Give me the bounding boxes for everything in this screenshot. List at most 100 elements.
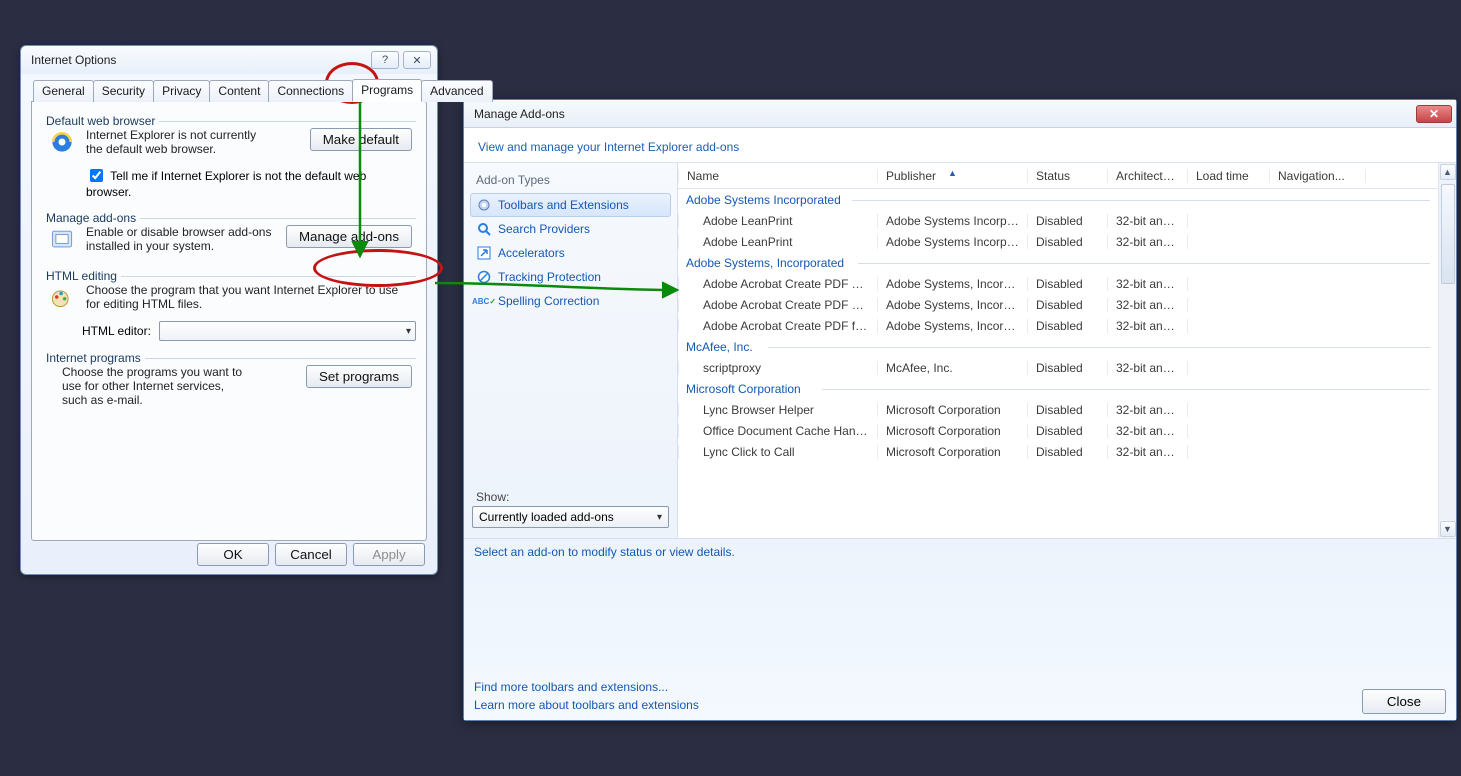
addon-row[interactable]: scriptproxyMcAfee, Inc.Disabled32-bit an…: [678, 357, 1438, 378]
show-value: Currently loaded add-ons: [479, 510, 614, 524]
cell-name: Office Document Cache Handler: [678, 424, 878, 438]
paint-icon: [48, 283, 80, 315]
cell-publisher: Microsoft Corporation: [878, 445, 1028, 459]
cell-status: Disabled: [1028, 298, 1108, 312]
scroll-track[interactable]: [1440, 182, 1456, 519]
group-header[interactable]: McAfee, Inc.: [678, 336, 1438, 357]
group-header[interactable]: Microsoft Corporation: [678, 378, 1438, 399]
learn-more-link[interactable]: Learn more about toolbars and extensions: [474, 696, 699, 714]
col-architecture[interactable]: Architecture: [1108, 169, 1188, 183]
addons-list[interactable]: Name Publisher▲ Status Architecture Load…: [678, 163, 1438, 538]
cell-status: Disabled: [1028, 424, 1108, 438]
col-navigation[interactable]: Navigation...: [1270, 169, 1366, 183]
cancel-button[interactable]: Cancel: [275, 543, 347, 566]
col-loadtime[interactable]: Load time: [1188, 169, 1270, 183]
tab-privacy[interactable]: Privacy: [153, 80, 210, 102]
tellme-label: Tell me if Internet Explorer is not the …: [86, 169, 366, 199]
manage-addons-button[interactable]: Manage add-ons: [286, 225, 412, 248]
apply-button[interactable]: Apply: [353, 543, 425, 566]
tellme-checkbox[interactable]: [90, 169, 103, 182]
col-status[interactable]: Status: [1028, 169, 1108, 183]
addon-row[interactable]: Adobe Acrobat Create PDF Too...Adobe Sys…: [678, 273, 1438, 294]
scroll-thumb[interactable]: [1441, 184, 1455, 284]
close-icon[interactable]: ✕: [1416, 105, 1452, 123]
group-header[interactable]: Adobe Systems, Incorporated: [678, 252, 1438, 273]
col-name[interactable]: Name: [678, 169, 878, 183]
tab-content[interactable]: Content: [209, 80, 269, 102]
group-label: Default web browser: [42, 114, 159, 128]
cell-architecture: 32-bit and ...: [1108, 214, 1188, 228]
cell-publisher: Adobe Systems, Incorpo...: [878, 277, 1028, 291]
internet-programs-text: Choose the programs you want to use for …: [62, 365, 252, 407]
addon-row[interactable]: Office Document Cache HandlerMicrosoft C…: [678, 420, 1438, 441]
tab-general[interactable]: General: [33, 80, 94, 102]
html-editing-text: Choose the program that you want Interne…: [86, 283, 412, 311]
cell-status: Disabled: [1028, 277, 1108, 291]
set-programs-button[interactable]: Set programs: [306, 365, 412, 388]
make-default-button[interactable]: Make default: [310, 128, 412, 151]
close-button[interactable]: ✕: [403, 51, 431, 69]
addon-row[interactable]: Adobe Acrobat Create PDF fro...Adobe Sys…: [678, 315, 1438, 336]
show-select[interactable]: Currently loaded add-ons ▾: [472, 506, 669, 528]
cell-name: Adobe Acrobat Create PDF fro...: [678, 319, 878, 333]
type-label: Tracking Protection: [498, 270, 601, 284]
group-label: Manage add-ons: [42, 211, 140, 225]
html-editor-select[interactable]: ▾: [159, 321, 416, 341]
tab-security[interactable]: Security: [93, 80, 154, 102]
cell-architecture: 32-bit and ...: [1108, 445, 1188, 459]
cell-publisher: Microsoft Corporation: [878, 424, 1028, 438]
cell-status: Disabled: [1028, 319, 1108, 333]
cell-publisher: Adobe Systems, Incorpo...: [878, 298, 1028, 312]
ma-titlebar[interactable]: Manage Add-ons ✕: [464, 100, 1456, 128]
cell-publisher: McAfee, Inc.: [878, 361, 1028, 375]
internet-options-dialog: Internet Options ? ✕ General Security Pr…: [20, 45, 438, 575]
type-accelerators[interactable]: Accelerators: [470, 241, 671, 265]
addon-row[interactable]: Lync Browser HelperMicrosoft Corporation…: [678, 399, 1438, 420]
tab-programs[interactable]: Programs: [352, 79, 422, 102]
group-label: HTML editing: [42, 269, 121, 283]
detail-hint: Select an add-on to modify status or vie…: [464, 539, 1456, 565]
type-label: Accelerators: [498, 246, 565, 260]
addon-row[interactable]: Adobe Acrobat Create PDF Hel...Adobe Sys…: [678, 294, 1438, 315]
tab-advanced[interactable]: Advanced: [421, 80, 492, 102]
chevron-down-icon: ▾: [406, 326, 411, 337]
addon-row[interactable]: Adobe LeanPrintAdobe Systems Incorpor...…: [678, 231, 1438, 252]
cell-architecture: 32-bit and ...: [1108, 319, 1188, 333]
cell-architecture: 32-bit and ...: [1108, 424, 1188, 438]
show-label: Show:: [470, 486, 671, 506]
cell-status: Disabled: [1028, 361, 1108, 375]
cell-name: Lync Browser Helper: [678, 403, 878, 417]
programs-panel: Default web browser Make default Interne…: [31, 101, 427, 541]
ok-button[interactable]: OK: [197, 543, 269, 566]
tab-connections[interactable]: Connections: [268, 80, 353, 102]
scroll-down-button[interactable]: ▼: [1440, 521, 1456, 537]
cell-status: Disabled: [1028, 403, 1108, 417]
addon-row[interactable]: Lync Click to CallMicrosoft CorporationD…: [678, 441, 1438, 462]
html-editor-label: HTML editor:: [82, 324, 151, 338]
help-button[interactable]: ?: [371, 51, 399, 69]
group-default-browser: Default web browser Make default Interne…: [42, 114, 416, 201]
scroll-up-button[interactable]: ▲: [1440, 164, 1456, 180]
cell-name: Adobe LeanPrint: [678, 235, 878, 249]
cell-publisher: Adobe Systems Incorpor...: [878, 235, 1028, 249]
addon-types-panel: Add-on Types Toolbars and Extensions Sea…: [464, 163, 678, 538]
scrollbar[interactable]: ▲ ▼: [1438, 163, 1456, 538]
io-body: General Security Privacy Content Connect…: [21, 74, 437, 551]
search-icon: [476, 221, 492, 237]
cell-name: Lync Click to Call: [678, 445, 878, 459]
cell-architecture: 32-bit and ...: [1108, 277, 1188, 291]
cell-status: Disabled: [1028, 214, 1108, 228]
io-titlebar[interactable]: Internet Options ? ✕: [21, 46, 437, 74]
addon-row[interactable]: Adobe LeanPrintAdobe Systems Incorpor...…: [678, 210, 1438, 231]
gear-icon: [476, 197, 492, 213]
type-label: Spelling Correction: [498, 294, 599, 308]
find-more-link[interactable]: Find more toolbars and extensions...: [474, 678, 699, 696]
group-header[interactable]: Adobe Systems Incorporated: [678, 189, 1438, 210]
type-search-providers[interactable]: Search Providers: [470, 217, 671, 241]
type-spelling[interactable]: ABC✓ Spelling Correction: [470, 289, 671, 313]
types-header: Add-on Types: [470, 169, 671, 193]
type-tracking-protection[interactable]: Tracking Protection: [470, 265, 671, 289]
type-toolbars-extensions[interactable]: Toolbars and Extensions: [470, 193, 671, 217]
col-publisher[interactable]: Publisher▲: [878, 169, 1028, 183]
close-button[interactable]: Close: [1362, 689, 1446, 714]
